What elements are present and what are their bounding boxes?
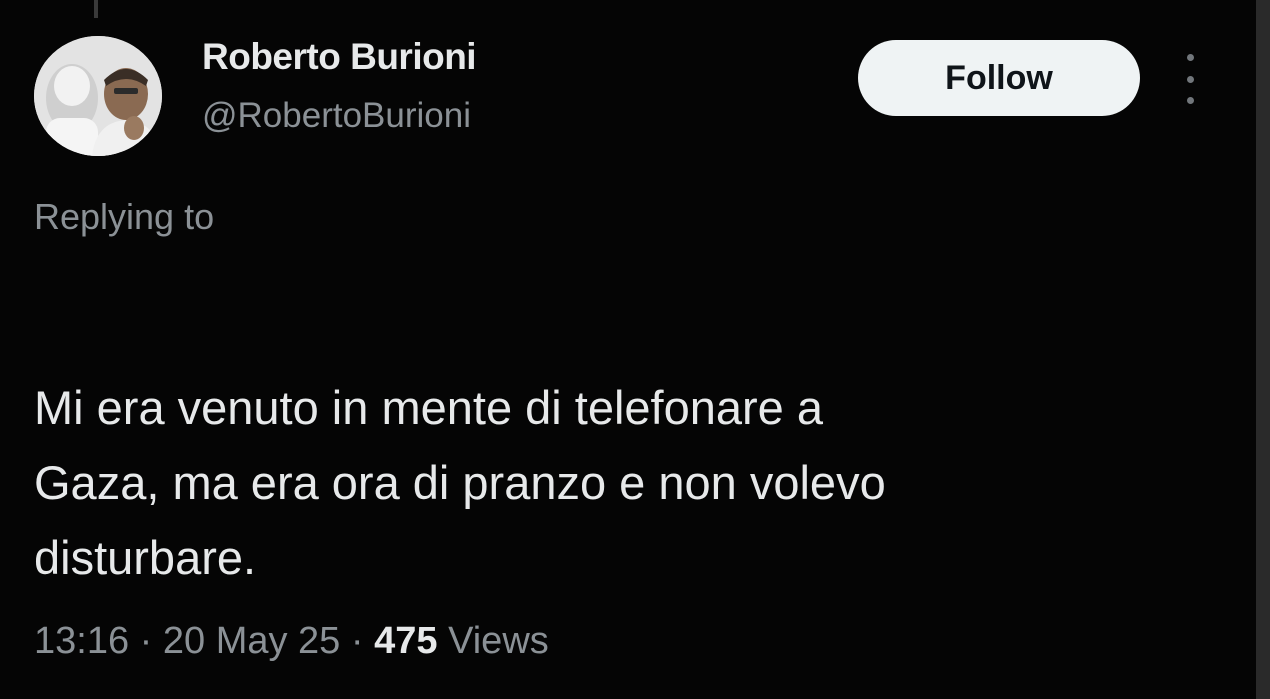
views-count[interactable]: 475 <box>374 620 437 662</box>
more-vertical-icon[interactable] <box>1178 54 1202 104</box>
author-handle[interactable]: @RobertoBurioni <box>202 96 471 136</box>
replying-to-label: Replying to <box>34 196 215 237</box>
tweet-text-line: disturbare. <box>34 531 257 584</box>
meta-separator: · <box>129 620 163 662</box>
avatar-photo-icon <box>34 36 162 156</box>
avatar[interactable] <box>34 36 162 156</box>
meta-separator: · <box>340 620 375 662</box>
tweet-text-line: Gaza, ma era ora di pranzo e non volevo <box>34 456 886 509</box>
thread-connector-line <box>94 0 98 18</box>
tweet-card: Roberto Burioni @RobertoBurioni Follow R… <box>0 0 1256 699</box>
views-label: Views <box>448 620 549 662</box>
tweet-date[interactable]: 20 May 25 <box>163 620 340 662</box>
more-dot <box>1186 97 1194 104</box>
author-name[interactable]: Roberto Burioni <box>202 36 477 78</box>
tweet-time[interactable]: 13:16 <box>34 620 129 662</box>
follow-button[interactable]: Follow <box>858 40 1140 116</box>
more-dot <box>1186 54 1194 61</box>
window-edge <box>1256 0 1270 699</box>
tweet-text-line: Mi era venuto in mente di telefonare a <box>34 381 824 434</box>
tweet-text: Mi era venuto in mente di telefonare a G… <box>34 370 1184 595</box>
tweet-meta: 13:16 · 20 May 25 · 475 Views <box>34 620 549 663</box>
more-dot <box>1186 75 1194 83</box>
